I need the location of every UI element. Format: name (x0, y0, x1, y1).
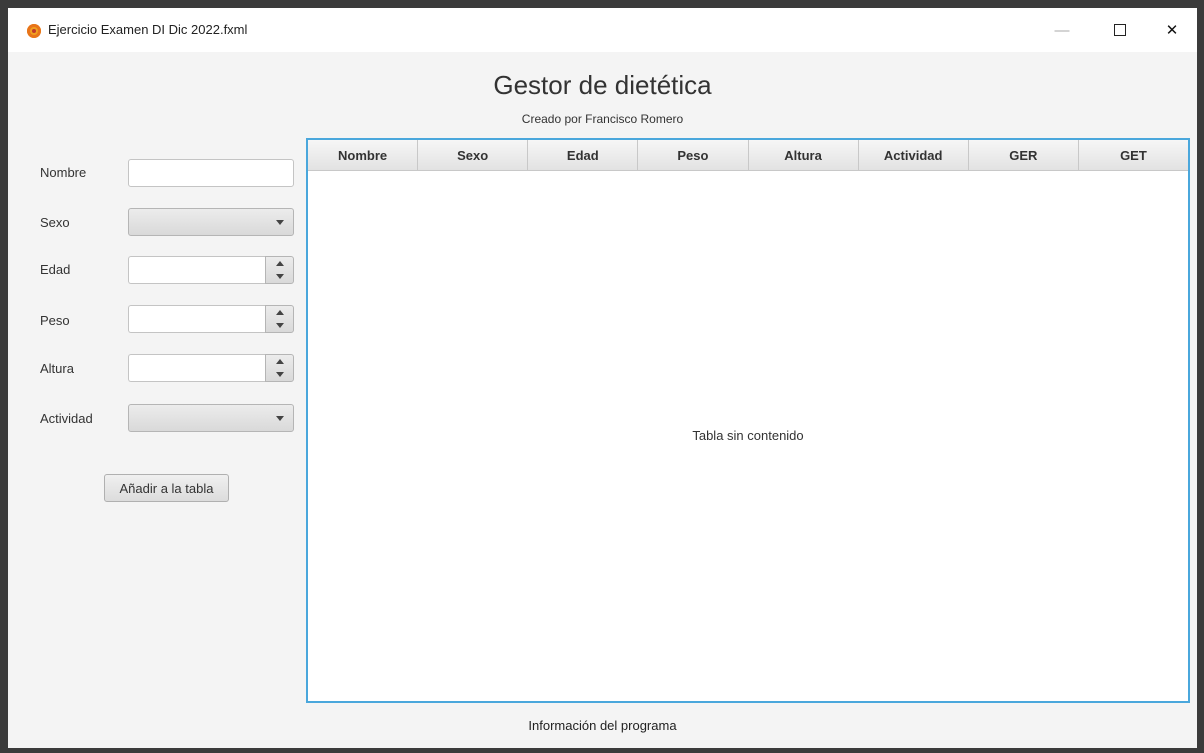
decrement-button[interactable] (266, 270, 293, 283)
increment-button[interactable] (266, 257, 293, 270)
peso-input[interactable] (128, 305, 265, 333)
column-header-get[interactable]: GET (1079, 140, 1188, 170)
maximize-icon (1114, 24, 1126, 36)
edad-input[interactable] (128, 256, 265, 284)
decrement-button[interactable] (266, 319, 293, 332)
altura-spinner-buttons (265, 354, 294, 382)
nombre-label: Nombre (40, 165, 87, 180)
page-subtitle: Creado por Francisco Romero (521, 112, 684, 126)
table-placeholder: Tabla sin contenido (692, 428, 804, 443)
arrow-up-icon (275, 261, 284, 266)
actividad-label: Actividad (40, 411, 93, 426)
sexo-label: Sexo (40, 215, 70, 230)
altura-spinner[interactable] (128, 354, 294, 382)
column-header-peso[interactable]: Peso (638, 140, 749, 170)
chevron-down-icon (276, 220, 284, 225)
decrement-button[interactable] (266, 368, 293, 381)
column-header-edad[interactable]: Edad (528, 140, 639, 170)
actividad-combo[interactable] (128, 404, 294, 432)
peso-spinner-buttons (265, 305, 294, 333)
increment-button[interactable] (266, 355, 293, 368)
sexo-combo[interactable] (128, 208, 294, 236)
edad-spinner[interactable] (128, 256, 294, 284)
add-to-table-button[interactable]: Añadir a la tabla (104, 474, 229, 502)
column-header-actividad[interactable]: Actividad (859, 140, 969, 170)
maximize-button[interactable] (1097, 16, 1143, 44)
close-button[interactable]: ✕ (1149, 16, 1195, 44)
arrow-up-icon (275, 359, 284, 364)
arrow-down-icon (275, 323, 284, 328)
column-header-nombre[interactable]: Nombre (308, 140, 419, 170)
arrow-down-icon (275, 372, 284, 377)
app-window: Ejercicio Examen DI Dic 2022.fxml — ✕ Ge… (8, 8, 1197, 748)
arrow-up-icon (275, 310, 284, 315)
chevron-down-icon (276, 416, 284, 421)
column-header-sexo[interactable]: Sexo (418, 140, 529, 170)
altura-label: Altura (40, 361, 74, 376)
column-header-ger[interactable]: GER (969, 140, 1079, 170)
minimize-button[interactable]: — (1039, 16, 1085, 44)
app-icon (27, 24, 41, 38)
table-header: Nombre Sexo Edad Peso Altura Actividad G… (308, 140, 1188, 171)
column-header-altura[interactable]: Altura (749, 140, 859, 170)
edad-label: Edad (40, 262, 71, 277)
nombre-input[interactable] (128, 159, 294, 187)
altura-input[interactable] (128, 354, 265, 382)
page-title: Gestor de dietética (493, 70, 712, 100)
title-bar: Ejercicio Examen DI Dic 2022.fxml — ✕ (8, 8, 1197, 52)
increment-button[interactable] (266, 306, 293, 319)
data-table[interactable]: Nombre Sexo Edad Peso Altura Actividad G… (306, 138, 1190, 703)
peso-spinner[interactable] (128, 305, 294, 333)
footer-info: Información del programa (528, 718, 677, 733)
window-title: Ejercicio Examen DI Dic 2022.fxml (48, 22, 248, 37)
arrow-down-icon (275, 274, 284, 279)
edad-spinner-buttons (265, 256, 294, 284)
peso-label: Peso (40, 313, 70, 328)
